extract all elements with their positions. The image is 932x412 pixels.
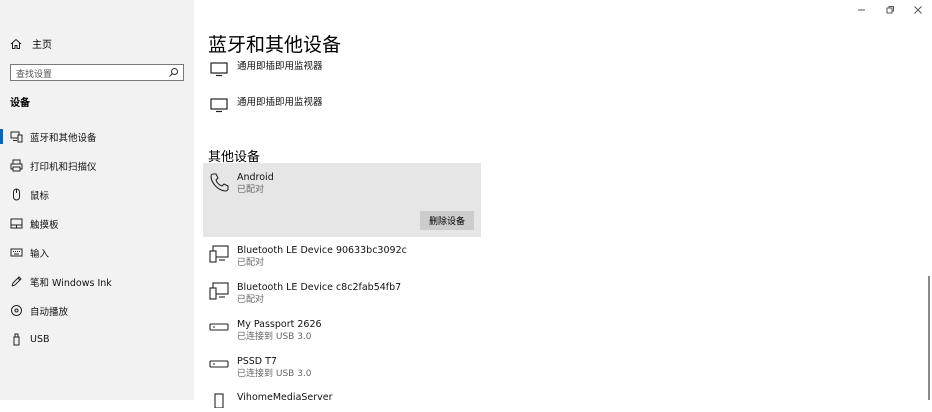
monitor-icon [209,61,229,81]
scrollbar[interactable] [928,276,930,400]
sidebar-item-bluetooth[interactable]: 蓝牙和其他设备 [0,122,194,151]
device-name: 通用即插即用监视器 [237,97,323,108]
device-status: 已配对 [237,258,265,268]
restore-icon [886,6,894,14]
device-item[interactable]: PSSD T7 已连接到 USB 3.0 [209,356,312,380]
window-controls [848,0,932,20]
device-name: 通用即插即用监视器 [237,61,323,72]
remove-device-button[interactable]: 删除设备 [420,211,474,230]
sidebar-item-label: 打印机和扫描仪 [30,161,97,173]
home-label: 主页 [32,40,52,51]
sidebar-item-usb[interactable]: USB [0,325,194,354]
media-server-icon [209,392,229,412]
phone-icon [209,172,229,192]
sidebar-item-touchpad[interactable]: 触摸板 [0,209,194,238]
multi-device-icon [209,245,229,265]
sidebar-item-label: 输入 [30,248,50,260]
sidebar-item-mouse[interactable]: 鼠标 [0,180,194,209]
sidebar-section-title: 设备 [10,98,30,109]
home-icon [10,38,22,49]
device-status: 已连接到 USB 3.0 [237,332,312,342]
device-item[interactable]: Bluetooth LE Device 90633bc3092c 已配对 [209,245,407,269]
restore-button[interactable] [876,0,904,20]
minimize-icon [858,9,865,11]
mouse-icon [9,188,23,202]
sidebar-item-label: USB [30,334,50,345]
selected-device-card[interactable]: Android 已配对 删除设备 [203,163,481,237]
device-status: 已配对 [237,185,265,195]
sidebar-item-label: 鼠标 [30,190,50,202]
sidebar-item-label: 笔和 Windows Ink [30,277,112,289]
sidebar-item-input[interactable]: 输入 [0,238,194,267]
device-name: VihomeMediaServer [237,392,333,403]
device-item[interactable]: VihomeMediaServer [209,392,333,412]
monitor-item[interactable]: 通用即插即用监视器 [209,97,323,117]
sidebar-item-label: 自动播放 [30,306,69,318]
device-name: My Passport 2626 [237,319,322,330]
keyboard-icon [9,246,23,260]
search-input[interactable]: 查找设置 [16,67,52,80]
monitor-item[interactable]: 通用即插即用监视器 [209,61,323,81]
device-item[interactable]: Bluetooth LE Device c8c2fab54fb7 已配对 [209,282,401,306]
monitor-icon [209,97,229,117]
page-title: 蓝牙和其他设备 [208,34,342,56]
sidebar: 主页 查找设置 设备 蓝牙和其他设备 打印机和扫描仪 鼠标 触摸板 输入 笔和 … [0,0,194,400]
pen-icon [9,275,23,289]
printer-icon [9,159,23,173]
sidebar-item-printers[interactable]: 打印机和扫描仪 [0,151,194,180]
device-name: PSSD T7 [237,356,277,367]
search-box[interactable]: 查找设置 [10,64,184,81]
sidebar-item-pen[interactable]: 笔和 Windows Ink [0,267,194,296]
device-item[interactable]: My Passport 2626 已连接到 USB 3.0 [209,319,322,343]
multi-device-icon [209,282,229,302]
device-status: 已配对 [237,295,265,305]
device-name: Android [237,172,274,183]
device-name: Bluetooth LE Device 90633bc3092c [237,245,407,256]
drive-icon [209,356,229,376]
device-item-android[interactable]: Android 已配对 [209,172,274,196]
sidebar-item-label: 触摸板 [30,219,59,231]
autoplay-icon [9,304,23,318]
close-button[interactable] [904,0,932,20]
search-icon[interactable] [168,67,179,78]
drive-icon [209,319,229,339]
device-status: 已连接到 USB 3.0 [237,369,312,379]
sidebar-home[interactable]: 主页 [10,36,52,51]
usb-icon [9,333,23,347]
sidebar-item-autoplay[interactable]: 自动播放 [0,296,194,325]
minimize-button[interactable] [848,0,876,20]
touchpad-icon [9,217,23,231]
sidebar-item-label: 蓝牙和其他设备 [30,132,97,144]
close-icon [914,6,922,14]
bluetooth-devices-icon [9,130,23,144]
device-name: Bluetooth LE Device c8c2fab54fb7 [237,282,402,293]
